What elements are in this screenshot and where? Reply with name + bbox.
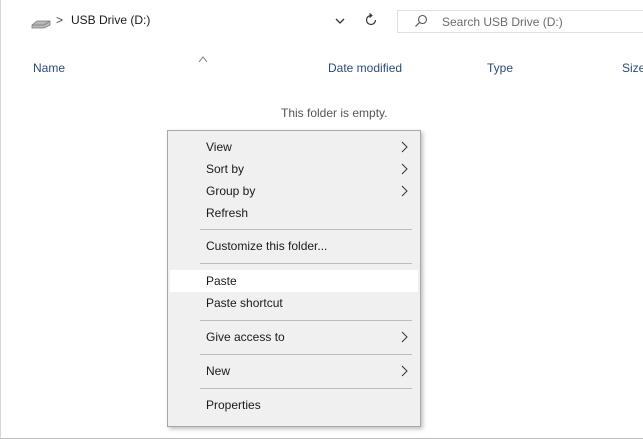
menu-item-label: Give access to xyxy=(206,330,285,344)
menu-item-customize-folder[interactable]: Customize this folder... xyxy=(170,235,418,257)
menu-item-label: Properties xyxy=(206,398,261,412)
chevron-right-icon xyxy=(401,331,408,343)
breadcrumb-usb-drive[interactable]: USB Drive (D:) xyxy=(71,13,150,27)
chevron-right-icon xyxy=(401,365,408,377)
menu-item-refresh[interactable]: Refresh xyxy=(170,202,418,224)
menu-item-group-by[interactable]: Group by xyxy=(170,180,418,202)
address-bar[interactable]: > USB Drive (D:) xyxy=(1,10,386,32)
menu-item-label: Paste xyxy=(206,274,237,288)
menu-item-label: View xyxy=(206,140,232,154)
menu-separator xyxy=(200,320,412,321)
search-icon xyxy=(415,14,428,27)
refresh-icon[interactable] xyxy=(363,12,379,28)
column-header-type[interactable]: Type xyxy=(487,61,513,75)
empty-folder-message: This folder is empty. xyxy=(281,106,388,120)
menu-item-label: Sort by xyxy=(206,162,245,176)
column-headers: Name Date modified Type Size xyxy=(1,56,643,78)
menu-item-paste-shortcut[interactable]: Paste shortcut xyxy=(170,292,418,314)
menu-item-label: Paste shortcut xyxy=(206,296,283,310)
chevron-down-icon[interactable] xyxy=(334,15,346,27)
chevron-right-icon xyxy=(401,163,408,175)
sort-ascending-icon xyxy=(198,56,208,63)
file-explorer-window: > USB Drive (D:) Name Date modified Type… xyxy=(0,0,643,439)
menu-separator xyxy=(200,388,412,389)
breadcrumb-separator[interactable]: > xyxy=(56,13,63,27)
usb-drive-icon xyxy=(31,20,51,29)
context-menu: View Sort by Group by Refresh Customize … xyxy=(167,130,421,427)
search-input[interactable] xyxy=(442,13,632,30)
menu-item-label: Group by xyxy=(206,184,256,198)
chevron-right-icon xyxy=(401,185,408,197)
menu-item-label: Refresh xyxy=(206,206,249,220)
column-header-size[interactable]: Size xyxy=(622,61,643,75)
chevron-right-icon xyxy=(401,141,408,153)
address-row: > USB Drive (D:) xyxy=(1,0,643,40)
menu-item-label: Customize this folder... xyxy=(206,239,328,253)
menu-item-new[interactable]: New xyxy=(170,360,418,382)
menu-separator xyxy=(200,263,412,264)
menu-item-label: New xyxy=(206,364,231,378)
menu-item-view[interactable]: View xyxy=(170,136,418,158)
menu-item-paste[interactable]: Paste xyxy=(170,270,418,292)
menu-item-properties[interactable]: Properties xyxy=(170,394,418,416)
column-header-date-modified[interactable]: Date modified xyxy=(328,61,402,75)
menu-separator xyxy=(200,229,412,230)
menu-separator xyxy=(200,354,412,355)
search-box[interactable] xyxy=(397,10,643,33)
menu-item-give-access-to[interactable]: Give access to xyxy=(170,326,418,348)
column-header-name[interactable]: Name xyxy=(33,61,65,75)
menu-item-sort-by[interactable]: Sort by xyxy=(170,158,418,180)
